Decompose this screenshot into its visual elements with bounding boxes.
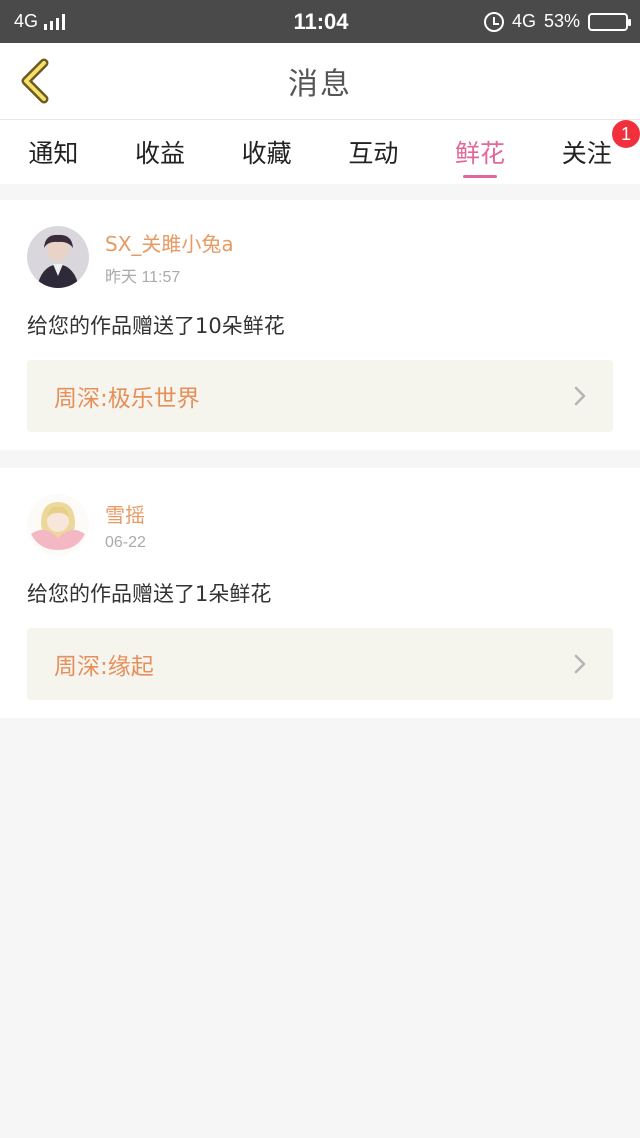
message-text: 给您的作品赠送了10朵鲜花: [27, 314, 285, 338]
flower-message-list: SX_关雎小兔a 昨天 11:57 给您的作品赠送了10朵鲜花 周深:极乐世界 …: [0, 200, 640, 718]
tab-label: 收藏: [241, 139, 292, 168]
list-item: 雪摇 06-22 给您的作品赠送了1朵鲜花 周深:缘起: [0, 468, 640, 718]
network-type-right: 4G: [511, 11, 536, 31]
alarm-icon: [483, 11, 504, 32]
message-meta: 雪摇 06-22: [105, 499, 146, 552]
tab-notice[interactable]: 通知: [0, 120, 107, 184]
status-time: 11:04: [293, 8, 349, 34]
message-meta: SX_关雎小兔a 昨天 11:57: [105, 228, 234, 287]
network-type-left: 4G: [14, 11, 39, 31]
avatar[interactable]: [27, 226, 89, 288]
app-header: 消息: [0, 43, 640, 120]
tab-label: 通知: [28, 139, 79, 168]
timestamp: 昨天 11:57: [105, 268, 181, 286]
tab-label: 鲜花: [455, 139, 506, 168]
work-title: 周深:缘起: [54, 654, 154, 680]
status-right: 4G 53%: [428, 11, 631, 32]
work-link[interactable]: 周深:缘起: [27, 628, 613, 700]
tab-interaction[interactable]: 互动: [320, 120, 427, 184]
page-title: 消息: [288, 67, 352, 102]
tab-label: 关注: [561, 139, 612, 168]
chevron-left-icon[interactable]: [14, 57, 58, 105]
tab-label: 收益: [135, 139, 186, 168]
status-bar: 4G 11:04 4G 53%: [0, 0, 640, 43]
battery-percent: 53%: [543, 11, 580, 31]
tab-bar: 通知 收益 收藏 互动 鲜花 关注 1: [0, 120, 640, 184]
work-link[interactable]: 周深:极乐世界: [27, 360, 613, 432]
message-text: 给您的作品赠送了1朵鲜花: [27, 582, 272, 606]
active-tab-indicator: [463, 175, 498, 178]
work-title: 周深:极乐世界: [54, 386, 200, 412]
username[interactable]: SX_关雎小兔a: [105, 228, 234, 257]
tab-label: 互动: [348, 139, 399, 168]
avatar[interactable]: [27, 494, 89, 556]
tab-favorites[interactable]: 收藏: [213, 120, 320, 184]
username[interactable]: 雪摇: [105, 499, 146, 528]
list-item: SX_关雎小兔a 昨天 11:57 给您的作品赠送了10朵鲜花 周深:极乐世界: [0, 200, 640, 450]
tab-follow[interactable]: 关注 1: [533, 120, 640, 184]
timestamp: 06-22: [105, 533, 146, 551]
signal-icon: [44, 13, 66, 30]
tab-earnings[interactable]: 收益: [107, 120, 214, 184]
status-left: 4G: [14, 11, 214, 32]
message-header: 雪摇 06-22: [27, 494, 613, 556]
chevron-right-icon: [574, 654, 586, 674]
battery-icon: [588, 12, 631, 31]
tab-flowers[interactable]: 鲜花: [427, 120, 534, 184]
chevron-right-icon: [574, 386, 586, 406]
message-header: SX_关雎小兔a 昨天 11:57: [27, 226, 613, 288]
unread-badge: 1: [612, 120, 640, 148]
